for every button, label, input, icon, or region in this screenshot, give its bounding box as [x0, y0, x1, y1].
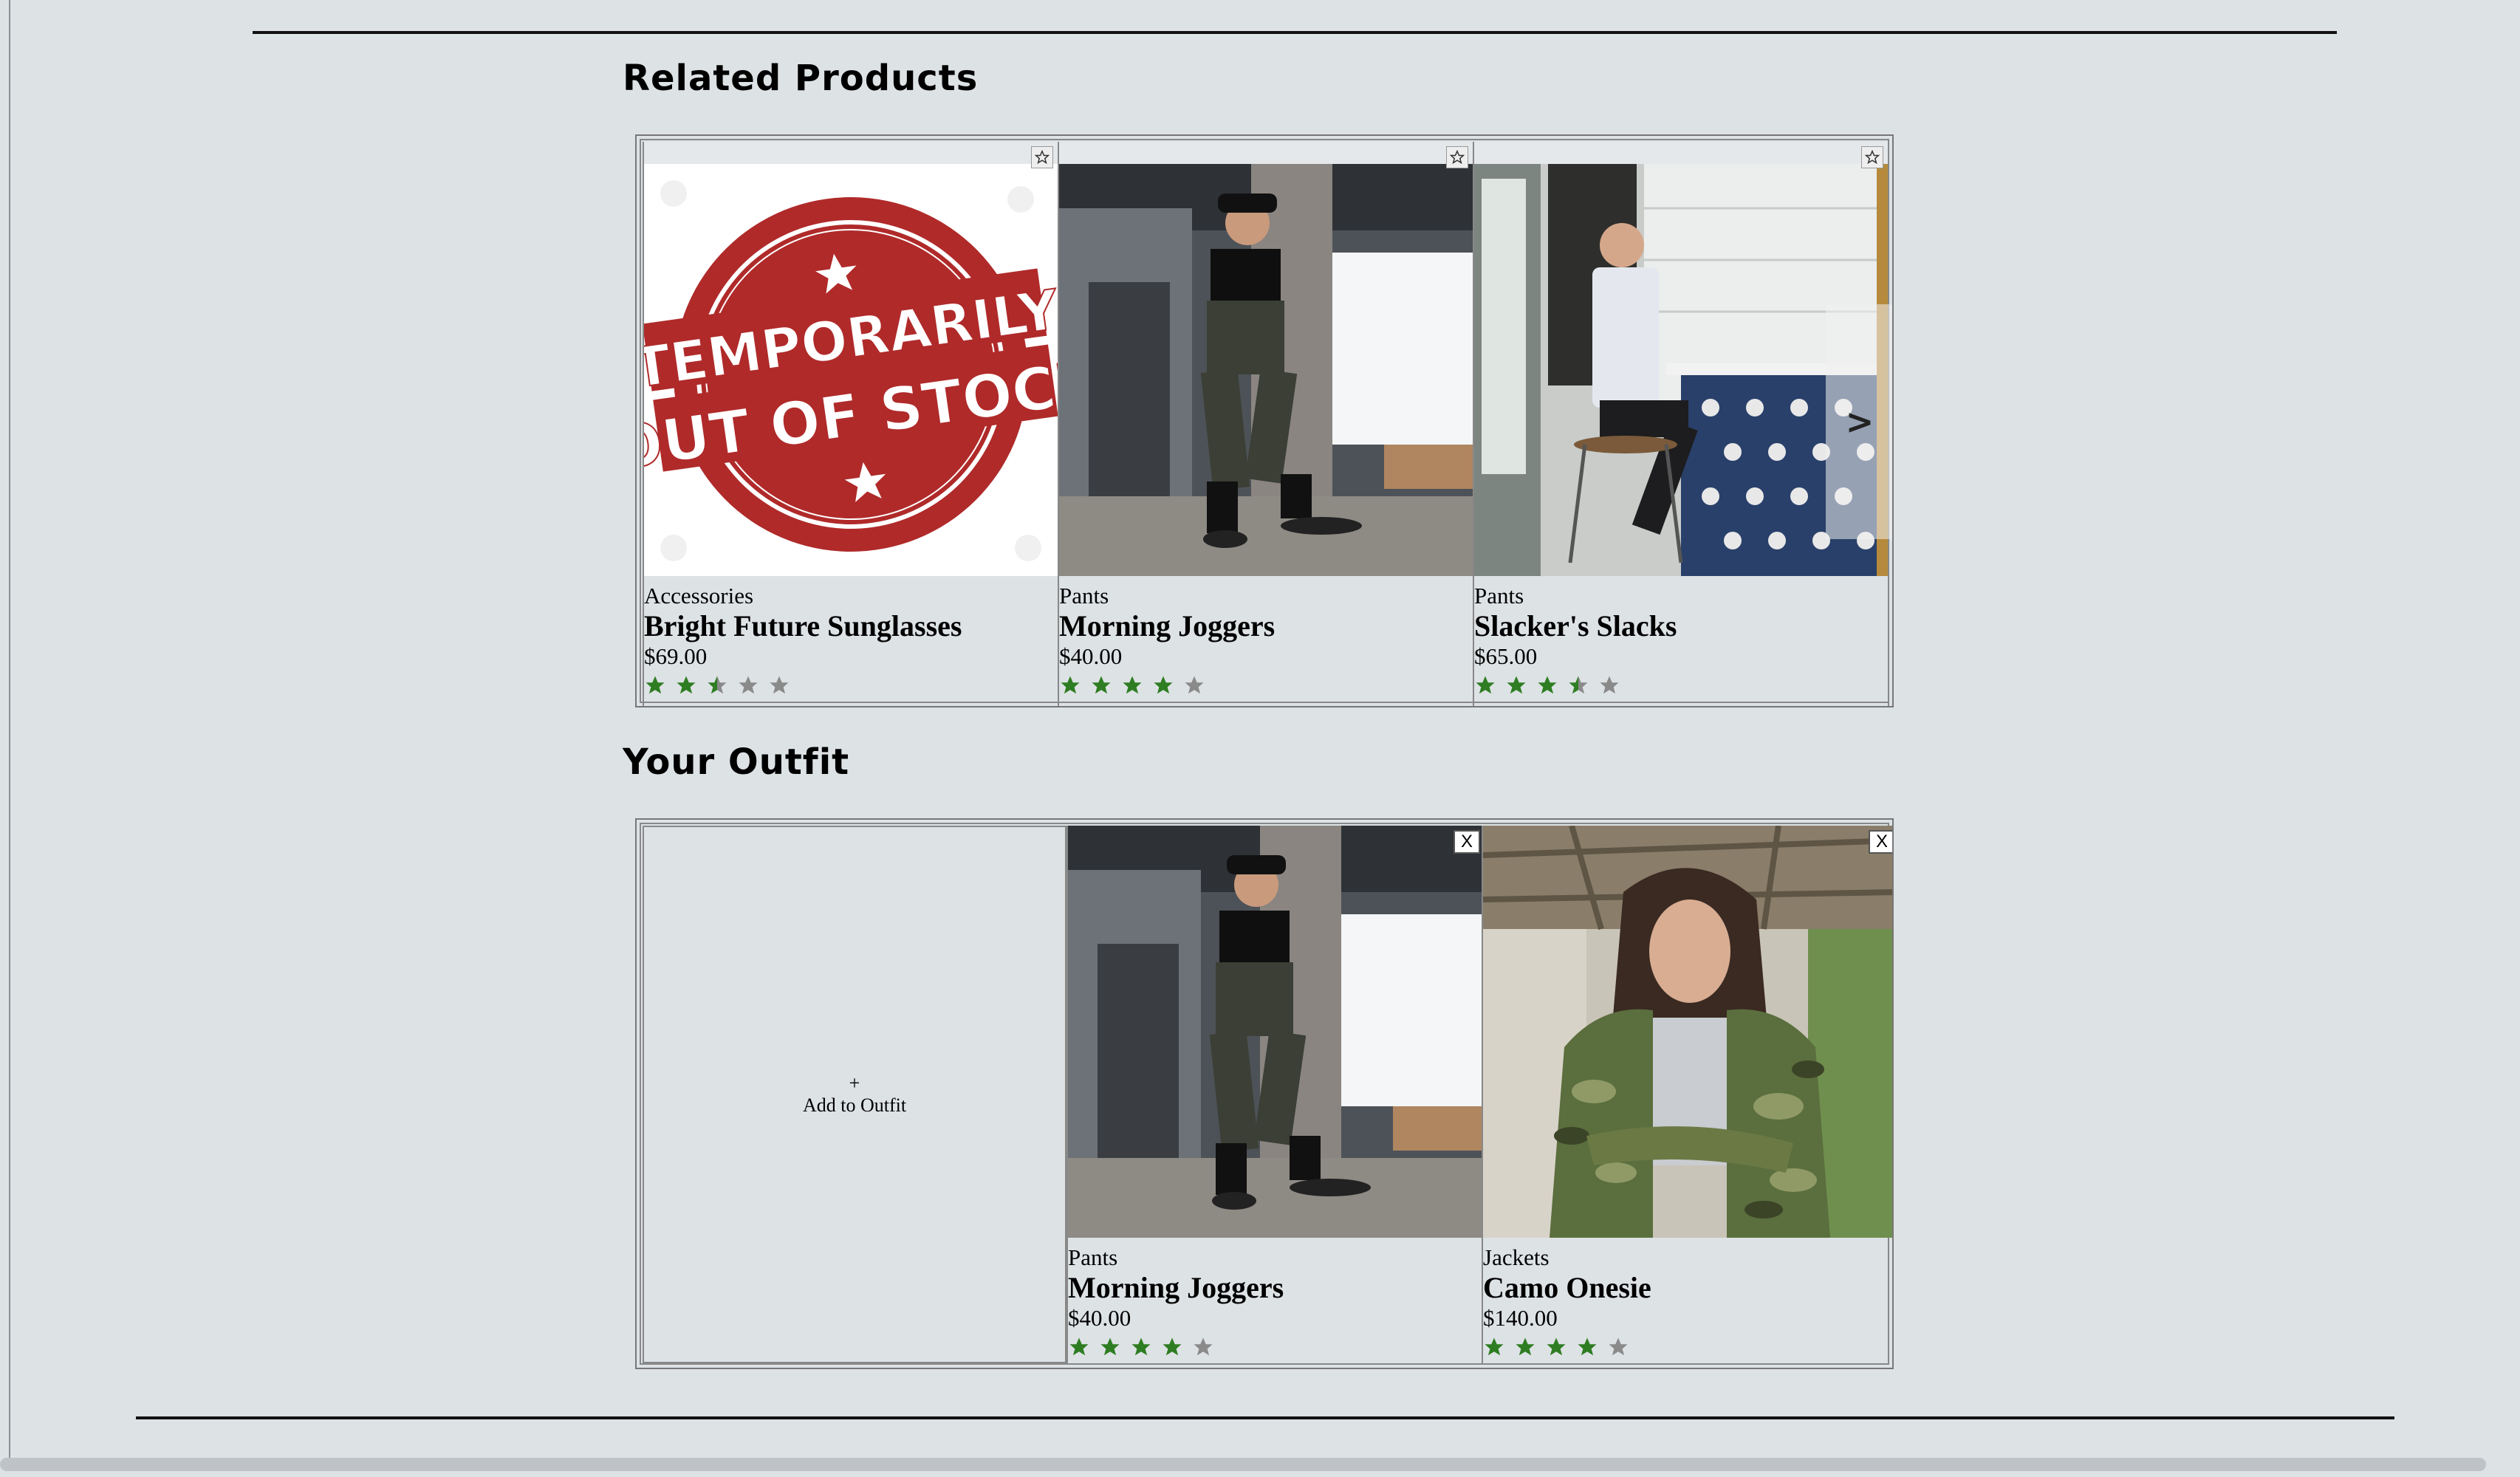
- rating-star-icon: [1516, 1337, 1535, 1356]
- product-price: $69.00: [644, 643, 708, 669]
- rating-star-icon: [770, 676, 789, 694]
- rating-star-icon: [1538, 676, 1557, 694]
- add-to-outfit-label: Add to Outfit: [802, 1094, 907, 1116]
- related-product-card[interactable]: TEMPORARILY OUT OF STOCK Accessories Bri…: [643, 142, 1058, 706]
- product-name[interactable]: Morning Joggers: [1068, 1272, 1482, 1304]
- related-products-carousel: TEMPORARILY OUT OF STOCK Accessories Bri…: [635, 134, 1894, 707]
- rating-star-icon: [1569, 676, 1588, 694]
- star-rating: [644, 671, 1058, 700]
- rating-star-icon: [1163, 1337, 1182, 1356]
- rating-star-icon: [1485, 1337, 1504, 1356]
- rating-star-icon: [646, 676, 665, 694]
- star-rating: [1068, 1332, 1482, 1362]
- page-left-border: [9, 0, 10, 1470]
- product-info: Pants Morning Joggers $40.00: [1068, 1244, 1482, 1362]
- product-info: Pants Slacker's Slacks $65.00: [1474, 582, 1888, 700]
- star-rating: [1474, 671, 1888, 700]
- star-outline-icon: [1450, 150, 1465, 165]
- star-outline-icon: [1035, 150, 1050, 165]
- rating-star-icon: [1578, 1337, 1597, 1356]
- product-category: Pants: [1068, 1244, 1118, 1270]
- card-header-strip: [1474, 142, 1888, 164]
- related-product-card[interactable]: Pants Morning Joggers $40.00: [1058, 142, 1473, 706]
- product-name[interactable]: Camo Onesie: [1483, 1272, 1892, 1304]
- horizontal-scrollbar[interactable]: [0, 1458, 2486, 1471]
- product-category: Jackets: [1483, 1244, 1550, 1270]
- product-name[interactable]: Morning Joggers: [1059, 610, 1473, 642]
- rating-star-icon: [1061, 676, 1080, 694]
- rating-star-icon: [1123, 676, 1142, 694]
- rating-star-icon: [1194, 1337, 1213, 1356]
- product-image-out-of-stock[interactable]: TEMPORARILY OUT OF STOCK: [644, 164, 1058, 576]
- your-outfit-title: Your Outfit: [623, 741, 850, 783]
- top-divider: [253, 31, 2337, 34]
- woman-in-camo-jacket-photo: [1483, 826, 1892, 1238]
- rating-star-icon: [677, 676, 696, 694]
- remove-from-outfit-button[interactable]: X: [1869, 830, 1892, 854]
- product-name[interactable]: Slacker's Slacks: [1474, 610, 1888, 642]
- product-price: $40.00: [1068, 1305, 1131, 1331]
- rating-star-icon: [1476, 676, 1495, 694]
- rating-star-icon: [1507, 676, 1526, 694]
- woman-in-joggers-photo: [1059, 164, 1473, 576]
- product-info: Jackets Camo Onesie $140.00: [1483, 1244, 1892, 1362]
- product-price: $65.00: [1474, 643, 1538, 669]
- star-outline-icon: [1865, 150, 1880, 165]
- woman-in-joggers-photo: [1068, 826, 1482, 1238]
- rating-star-icon: [1100, 1337, 1120, 1356]
- your-outfit-carousel: + Add to Outfit X Pants Morning Joggers …: [635, 818, 1894, 1369]
- product-category: Accessories: [644, 583, 754, 609]
- star-rating: [1059, 671, 1473, 700]
- product-info: Pants Morning Joggers $40.00: [1059, 582, 1473, 700]
- product-category: Pants: [1474, 583, 1524, 609]
- product-image-camo-onesie[interactable]: [1483, 826, 1892, 1238]
- bottom-divider: [136, 1416, 2394, 1419]
- product-image-joggers[interactable]: [1059, 164, 1473, 576]
- rating-star-icon: [1069, 1337, 1089, 1356]
- rating-star-icon: [708, 676, 727, 694]
- outfit-product-card[interactable]: X Pants Morning Joggers $40.00: [1066, 826, 1482, 1363]
- plus-icon: +: [849, 1072, 860, 1094]
- out-of-stock-stamp-icon: TEMPORARILY OUT OF STOCK: [644, 164, 1058, 576]
- rating-star-icon: [1600, 676, 1619, 694]
- product-price: $40.00: [1059, 643, 1123, 669]
- carousel-next-button[interactable]: >: [1826, 304, 1892, 539]
- rating-star-icon: [1609, 1337, 1628, 1356]
- add-to-outfit-button[interactable]: + Add to Outfit: [643, 826, 1066, 1363]
- card-header-strip: [1059, 142, 1473, 164]
- related-products-title: Related Products: [623, 58, 979, 99]
- star-rating: [1483, 1332, 1892, 1362]
- remove-from-outfit-button[interactable]: X: [1454, 830, 1480, 854]
- favorite-star-button[interactable]: [1031, 146, 1053, 168]
- rating-star-icon: [1547, 1337, 1566, 1356]
- product-price: $140.00: [1483, 1305, 1558, 1331]
- rating-star-icon: [1092, 676, 1111, 694]
- rating-star-icon: [1131, 1337, 1151, 1356]
- product-name[interactable]: Bright Future Sunglasses: [644, 610, 1058, 642]
- favorite-star-button[interactable]: [1446, 146, 1468, 168]
- rating-star-icon: [1154, 676, 1173, 694]
- product-info: Accessories Bright Future Sunglasses $69…: [644, 582, 1058, 700]
- rating-star-icon: [739, 676, 758, 694]
- product-image-joggers[interactable]: [1068, 826, 1482, 1238]
- rating-star-icon: [1185, 676, 1204, 694]
- outfit-product-card[interactable]: X Jackets Camo Onesie $140.00: [1482, 826, 1892, 1363]
- card-header-strip: [644, 142, 1058, 164]
- product-category: Pants: [1059, 583, 1109, 609]
- favorite-star-button[interactable]: [1861, 146, 1883, 168]
